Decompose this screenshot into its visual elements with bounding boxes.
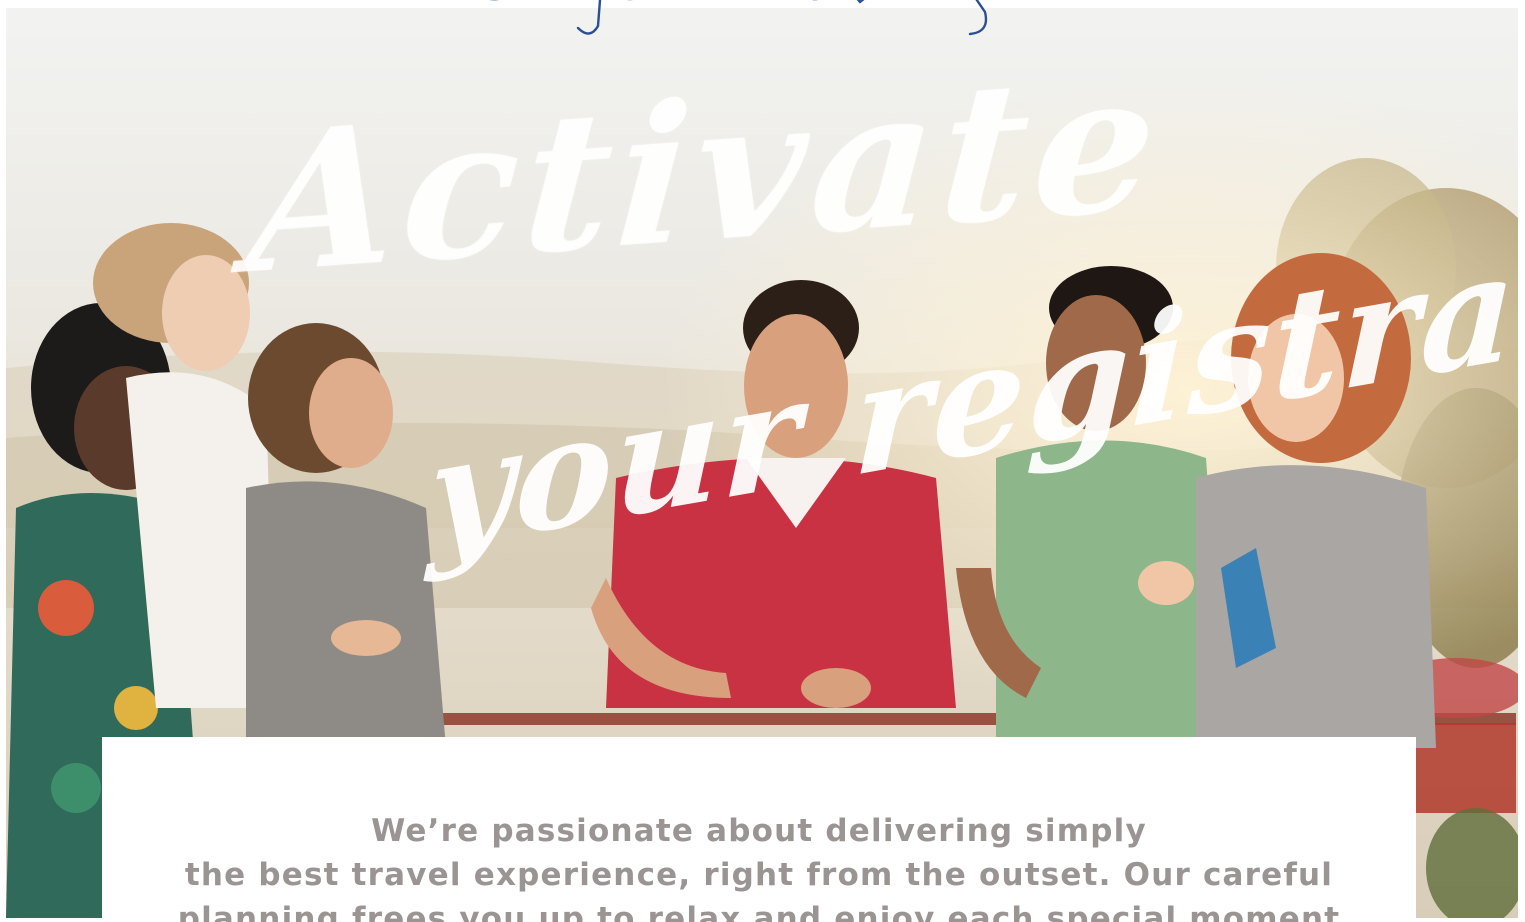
body-line-1: We’re passionate about delivering simply (371, 813, 1147, 849)
body-line-2: the best travel experience, right from t… (184, 857, 1334, 893)
body-line-3: planning frees you up to relax and enjoy… (177, 901, 1341, 922)
body-text: We’re passionate about delivering simply… (102, 809, 1416, 922)
brochure-page: Activate your registration We’re passion… (0, 0, 1525, 922)
caption-card: We’re passionate about delivering simply… (102, 737, 1416, 922)
handwritten-note (489, 0, 988, 36)
